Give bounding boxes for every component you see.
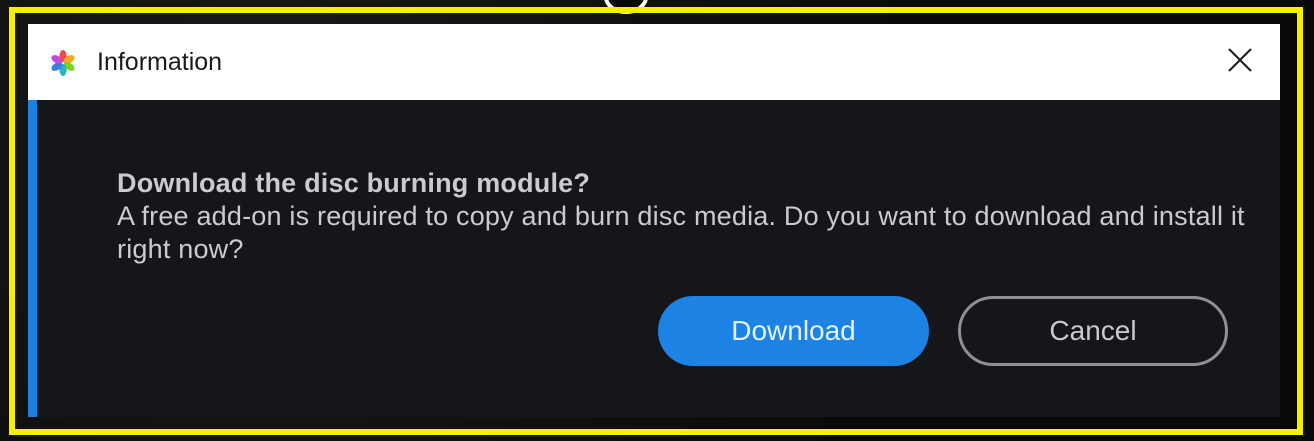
screen: Information Download the disc burning mo…: [0, 0, 1314, 441]
close-icon: [1227, 47, 1253, 78]
dialog-title: Information: [97, 48, 223, 76]
app-logo-icon: [50, 50, 76, 76]
cancel-button[interactable]: Cancel: [958, 296, 1228, 366]
dialog-titlebar: Information: [28, 24, 1280, 100]
close-button[interactable]: [1222, 44, 1258, 80]
accent-bar: [28, 100, 37, 417]
dialog-heading: Download the disc burning module?: [117, 168, 591, 198]
download-button[interactable]: Download: [658, 296, 929, 366]
information-dialog: Information Download the disc burning mo…: [28, 24, 1280, 417]
dialog-message: A free add-on is required to copy and bu…: [117, 201, 1245, 264]
